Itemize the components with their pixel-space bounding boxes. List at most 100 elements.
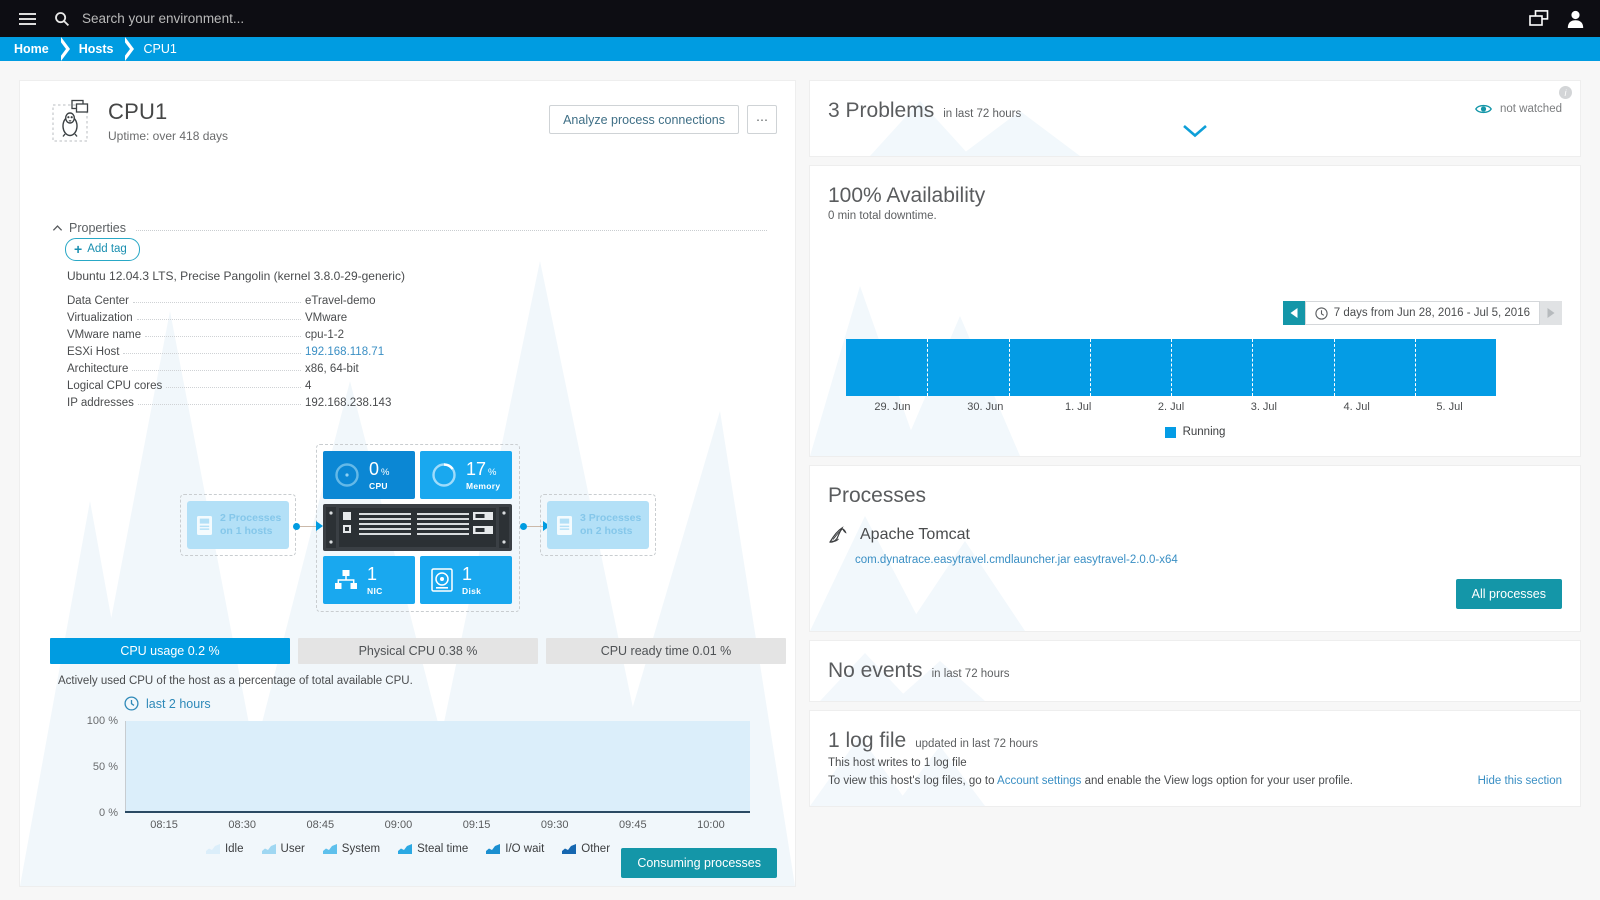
- availability-subtitle: 0 min total downtime.: [828, 210, 937, 222]
- watch-status-toggle[interactable]: not watched: [1475, 103, 1562, 115]
- nic-tile-metric: 1 NIC: [367, 563, 383, 596]
- disk-tile[interactable]: 1 Disk: [420, 556, 512, 604]
- search-icon: [55, 11, 70, 26]
- properties-section-header[interactable]: Properties: [52, 221, 767, 235]
- more-options-button[interactable]: ⋯: [747, 105, 777, 134]
- events-title-row: No events in last 72 hours: [828, 659, 1010, 683]
- analyze-process-connections-button[interactable]: Analyze process connections: [549, 105, 739, 134]
- property-row: Logical CPU cores 4: [67, 375, 425, 392]
- arrow-left-icon: [1290, 308, 1298, 318]
- chart-y-axis-line: [125, 721, 126, 813]
- area-series-icon: [486, 844, 501, 854]
- list-item[interactable]: Apache Tomcat: [828, 526, 970, 544]
- properties-label: Properties: [69, 221, 126, 235]
- chart-x-axis-line: [125, 811, 750, 813]
- add-tag-button[interactable]: + Add tag: [65, 238, 140, 261]
- incoming-processes-node[interactable]: 2 Processes on 1 hosts: [187, 501, 289, 549]
- global-search[interactable]: [54, 11, 1529, 27]
- chart-legend-item[interactable]: Idle: [205, 843, 244, 855]
- memory-tile[interactable]: 17% Memory: [420, 451, 512, 499]
- property-dotted-leader: [137, 404, 301, 405]
- problems-subtitle: in last 72 hours: [943, 108, 1022, 120]
- chart-plot-area: 0 % 50 % 100 %: [87, 715, 750, 819]
- legend-label-running: Running: [1182, 426, 1226, 438]
- property-key: Architecture: [67, 363, 129, 375]
- incoming-connection-arrow: [293, 521, 323, 531]
- date-range-next-button[interactable]: [1540, 301, 1562, 325]
- property-key: Data Center: [67, 295, 130, 307]
- process-command-line[interactable]: com.dynatrace.easytravel.cmdlauncher.jar…: [855, 554, 1178, 566]
- user-account-icon[interactable]: [1567, 10, 1584, 28]
- memory-donut-icon: [432, 463, 456, 487]
- incoming-processes-label: 2 Processes on 1 hosts: [220, 512, 282, 537]
- chart-x-tick: 09:45: [619, 819, 647, 831]
- processes-card: Processes Apache Tomcat com.dynatrace.ea…: [810, 466, 1580, 631]
- property-dotted-leader: [145, 336, 301, 337]
- clock-icon: [1315, 306, 1328, 320]
- host-header: CPU1 Uptime: over 418 days: [52, 99, 228, 143]
- info-icon[interactable]: i: [1559, 86, 1572, 99]
- chart-x-tick: 08:30: [228, 819, 256, 831]
- chart-legend-item[interactable]: User: [261, 843, 305, 855]
- date-range-prev-button[interactable]: [1282, 301, 1305, 325]
- property-dotted-leader: [123, 353, 301, 354]
- consuming-processes-button[interactable]: Consuming processes: [621, 848, 777, 878]
- divider: [135, 230, 767, 231]
- chart-y-tick: 0 %: [99, 807, 118, 819]
- processes-title-row: Processes: [828, 484, 926, 508]
- property-row: Data Center eTravel-demo: [67, 290, 425, 307]
- area-series-icon: [398, 844, 413, 854]
- availability-day-separator: [1008, 339, 1010, 396]
- property-key: Logical CPU cores: [67, 380, 163, 392]
- availability-bar[interactable]: [846, 339, 1496, 396]
- chat-windows-icon[interactable]: [1529, 10, 1549, 27]
- availability-axis-ticks: 29. Jun 30. Jun 1. Jul 2. Jul 3. Jul 4. Jul 5.…: [846, 401, 1496, 415]
- property-key: ESXi Host: [67, 346, 120, 358]
- property-value[interactable]: 192.168.118.71: [305, 346, 425, 358]
- all-processes-button[interactable]: All processes: [1455, 579, 1562, 609]
- availability-tick: 2. Jul: [1157, 401, 1185, 413]
- hide-section-link[interactable]: Hide this section: [1478, 775, 1562, 787]
- events-title: No events: [828, 659, 923, 682]
- property-row: VMware name cpu-1-2: [67, 324, 425, 341]
- cpu-tab-1[interactable]: Physical CPU 0.38 %: [298, 638, 538, 664]
- timerange-selector[interactable]: last 2 hours: [124, 696, 211, 711]
- cpu-tab-2[interactable]: CPU ready time 0.01 %: [546, 638, 786, 664]
- chart-y-tick: 50 %: [92, 761, 118, 773]
- outgoing-processes-label: 3 Processes on 2 hosts: [580, 512, 642, 537]
- chart-legend-item[interactable]: Steal time: [398, 843, 468, 855]
- host-os-line: Ubuntu 12.04.3 LTS, Precise Pangolin (ke…: [67, 269, 405, 283]
- breadcrumb-item-hosts[interactable]: Hosts: [65, 37, 135, 61]
- account-settings-link[interactable]: Account settings: [997, 775, 1081, 787]
- chart-legend-item[interactable]: Other: [562, 843, 610, 855]
- outgoing-processes-node[interactable]: 3 Processes on 2 hosts: [547, 501, 649, 549]
- date-range-value[interactable]: 7 days from Jun 28, 2016 - Jul 5, 2016: [1304, 301, 1540, 325]
- chevron-down-icon[interactable]: [1181, 123, 1209, 139]
- availability-day-separator: [1333, 339, 1335, 396]
- logs-subtitle: updated in last 72 hours: [915, 738, 1038, 750]
- nic-tile[interactable]: 1 NIC: [323, 556, 415, 604]
- availability-day-separator: [1252, 339, 1254, 396]
- cpu-metric-tabs: CPU usage 0.2 % Physical CPU 0.38 % CPU re…: [50, 638, 786, 664]
- search-input[interactable]: [82, 11, 502, 26]
- chart-legend-item[interactable]: System: [322, 843, 380, 855]
- cpu-metric-description: Actively used CPU of the host as a perce…: [58, 675, 413, 687]
- topbar-actions: [1529, 10, 1584, 28]
- availability-legend: Running: [810, 426, 1580, 438]
- property-dotted-leader: [132, 370, 301, 371]
- logs-title-row: 1 log file updated in last 72 hours: [828, 729, 1038, 753]
- breadcrumb-item-home[interactable]: Home: [0, 37, 70, 61]
- hamburger-menu-icon[interactable]: [8, 12, 46, 25]
- problems-card: 3 Problems in last 72 hours not watched …: [810, 81, 1580, 156]
- cpu-tile[interactable]: 0% CPU: [323, 451, 415, 499]
- area-series-icon: [261, 844, 276, 854]
- chart-legend-item[interactable]: I/O wait: [486, 843, 544, 855]
- events-card: No events in last 72 hours: [810, 641, 1580, 701]
- property-key: Virtualization: [67, 312, 133, 324]
- infrastructure-diagram: 2 Processes on 1 hosts 0% CPU 17 % Memor…: [180, 436, 660, 616]
- cpu-tab-0[interactable]: CPU usage 0.2 %: [50, 638, 290, 664]
- page-title: CPU1: [108, 99, 168, 124]
- page-content: CPU1 Uptime: over 418 days Analyze proce…: [0, 61, 1600, 900]
- chart-x-tick: 08:15: [150, 819, 178, 831]
- chart-legend-label: Other: [581, 843, 611, 855]
